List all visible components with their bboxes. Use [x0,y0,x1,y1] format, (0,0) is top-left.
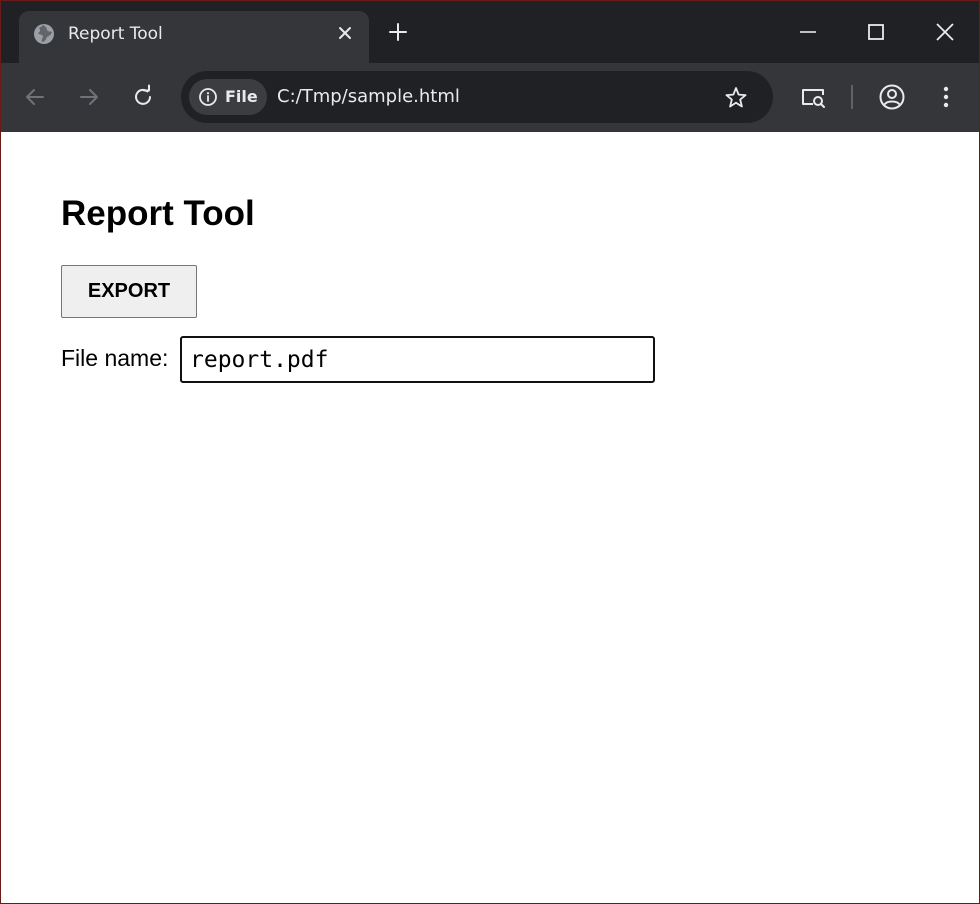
page-content: Report Tool EXPORT File name: [1,132,979,903]
url-text[interactable]: C:/Tmp/sample.html [277,85,460,109]
minimize-icon[interactable] [793,17,823,47]
close-icon[interactable] [930,17,960,47]
reload-icon[interactable] [129,83,157,111]
globe-icon [34,24,54,44]
plus-icon[interactable] [385,19,411,45]
site-info-chip[interactable]: File [189,79,267,115]
account-circle-icon[interactable] [878,83,906,111]
address-bar[interactable]: File C:/Tmp/sample.html [181,71,773,123]
kebab-menu-icon[interactable] [932,83,960,111]
tab-report-tool[interactable]: Report Tool [19,11,369,63]
file-name-input[interactable] [180,336,655,383]
tab-strip: Report Tool [1,1,979,63]
browser-window: Report Tool File C:/Tmp/sample.html Repo… [0,0,980,904]
export-button[interactable]: EXPORT [61,265,197,318]
arrow-right-icon[interactable] [75,83,103,111]
browser-toolbar: File C:/Tmp/sample.html [1,63,979,132]
security-chip-label: File [225,87,258,106]
close-icon[interactable] [335,23,355,43]
tab-title: Report Tool [68,24,163,44]
arrow-left-icon[interactable] [21,83,49,111]
tab-search-icon[interactable] [799,83,827,111]
star-icon[interactable] [723,85,749,111]
page-title: Report Tool [61,194,255,233]
file-name-label: File name: [61,345,169,371]
info-icon [199,88,217,106]
maximize-icon[interactable] [861,17,891,47]
toolbar-separator [851,85,853,109]
